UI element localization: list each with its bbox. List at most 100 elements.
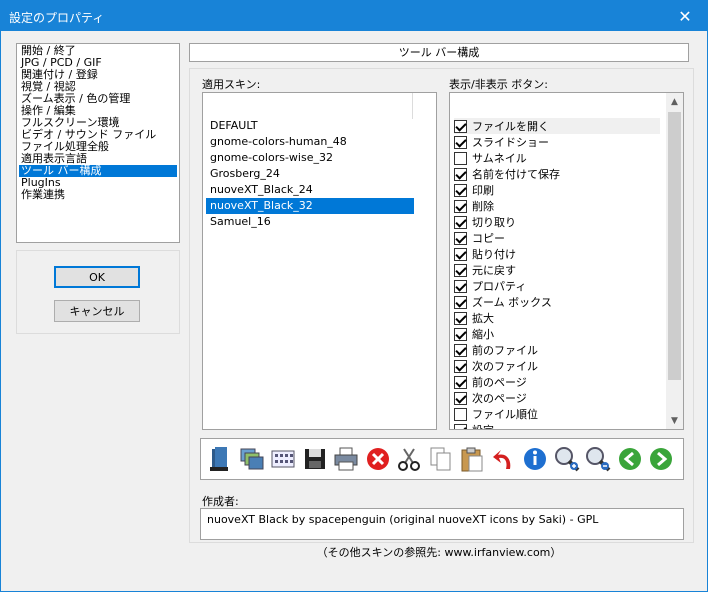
checkbox[interactable] xyxy=(454,199,467,213)
button-toggle-row[interactable]: 元に戻す xyxy=(454,262,660,278)
skin-item[interactable]: gnome-colors-human_48 xyxy=(206,134,414,150)
button-toggle-label: 設定 xyxy=(472,422,494,429)
checkbox[interactable] xyxy=(454,375,467,389)
zoom-out-icon xyxy=(582,443,614,475)
button-toggle-label: サムネイル xyxy=(472,152,527,165)
button-toggle-row[interactable]: 削除 xyxy=(454,198,660,214)
skin-item[interactable]: Samuel_16 xyxy=(206,214,414,230)
checkbox[interactable] xyxy=(454,135,467,149)
vertical-scrollbar[interactable]: ▲ ▼ xyxy=(666,93,683,429)
button-toggle-label: ズーム ボックス xyxy=(472,296,552,309)
category-list[interactable]: 開始 / 終了 JPG / PCD / GIF 関連付け / 登録 視覚 / 視認 ズー… xyxy=(16,43,180,243)
button-toggle-row[interactable]: 印刷 xyxy=(454,182,660,198)
toolbar-preview xyxy=(200,438,684,480)
button-toggle-label: 前のファイル xyxy=(472,344,538,357)
checkbox[interactable] xyxy=(454,295,467,309)
checkbox[interactable] xyxy=(454,343,467,357)
button-toggle-row[interactable]: 名前を付けて保存 xyxy=(454,166,660,182)
button-toggle-row[interactable]: コピー xyxy=(454,230,660,246)
button-toggle-row[interactable]: 切り取り xyxy=(454,214,660,230)
checkbox[interactable] xyxy=(454,359,467,373)
button-toggle-row[interactable]: ズーム ボックス xyxy=(454,294,660,310)
undo-icon xyxy=(488,443,520,475)
cancel-button[interactable]: キャンセル xyxy=(54,300,140,322)
scroll-up-icon[interactable]: ▲ xyxy=(666,93,683,110)
save-icon xyxy=(299,443,331,475)
button-toggle-label: 次のファイル xyxy=(472,360,538,373)
slideshow-icon xyxy=(236,443,268,475)
button-toggle-label: 名前を付けて保存 xyxy=(472,168,560,181)
button-toggle-row[interactable]: 次のファイル xyxy=(454,358,660,374)
button-toggle-row[interactable]: 設定 xyxy=(454,422,660,429)
button-visibility-list[interactable]: 設定ファイル順位次のページ 前のページ 次のファイル前のファイル縮小 拡大 ズーム ボッ… xyxy=(449,92,684,430)
skin-list-label: 適用スキン: xyxy=(202,78,261,91)
button-toggle-label: 貼り付け xyxy=(472,248,516,261)
checkbox[interactable] xyxy=(454,231,467,245)
ok-button[interactable]: OK xyxy=(54,266,140,288)
skin-item[interactable]: gnome-colors-wise_32 xyxy=(206,150,414,166)
paste-icon xyxy=(456,443,488,475)
footer-note: （その他スキンの参照先: www.irfanview.com） xyxy=(316,546,562,559)
checkbox[interactable] xyxy=(454,311,467,325)
settings-window: 設定のプロパティ ✕ 開始 / 終了 JPG / PCD / GIF 関連付け / … xyxy=(0,0,708,592)
button-toggle-label: コピー xyxy=(472,232,505,245)
author-label: 作成者: xyxy=(202,495,239,508)
button-toggle-label: スライドショー xyxy=(472,136,549,149)
button-toggle-label: 削除 xyxy=(472,200,494,213)
skin-item[interactable]: Grosberg_24 xyxy=(206,166,414,182)
checkbox[interactable] xyxy=(454,247,467,261)
button-toggle-row[interactable]: ファイル順位 xyxy=(454,406,660,422)
checkbox[interactable] xyxy=(454,151,467,165)
close-icon[interactable]: ✕ xyxy=(663,1,707,31)
copy-icon xyxy=(425,443,457,475)
button-toggle-row[interactable]: 前のファイル xyxy=(454,342,660,358)
button-toggle-label: 縮小 xyxy=(472,328,494,341)
button-toggle-row[interactable]: 貼り付け xyxy=(454,246,660,262)
button-visibility-label: 表示/非表示 ボタン: xyxy=(449,78,548,91)
checkbox[interactable] xyxy=(454,215,467,229)
button-toggle-label: プロパティ xyxy=(472,280,527,293)
button-toggle-label: ファイルを開く xyxy=(472,120,549,133)
button-toggle-label: 拡大 xyxy=(472,312,494,325)
next-icon xyxy=(645,443,677,475)
button-toggle-row[interactable]: 次のページ xyxy=(454,390,660,406)
checkbox[interactable] xyxy=(454,407,467,421)
button-toggle-row[interactable]: 縮小 xyxy=(454,326,660,342)
checkbox[interactable] xyxy=(454,327,467,341)
open-icon xyxy=(204,443,236,475)
button-toggle-label: 前のページ xyxy=(472,376,527,389)
checkbox[interactable] xyxy=(454,423,467,429)
dialog-button-panel: OK キャンセル xyxy=(16,250,180,334)
button-toggle-row[interactable]: 前のページ xyxy=(454,374,660,390)
checkbox[interactable] xyxy=(454,263,467,277)
button-toggle-label: 切り取り xyxy=(472,216,516,229)
button-toggle-label: 印刷 xyxy=(472,184,494,197)
skin-item[interactable]: DEFAULT xyxy=(206,118,414,134)
skin-list[interactable]: DEFAULT gnome-colors-human_48 gnome-colors… xyxy=(202,92,437,430)
skin-item[interactable]: nuoveXT_Black_24 xyxy=(206,182,414,198)
button-toggle-row[interactable]: スライドショー xyxy=(454,134,660,150)
scroll-down-icon[interactable]: ▼ xyxy=(666,412,683,429)
skin-item[interactable]: nuoveXT_Black_32 xyxy=(206,198,414,214)
checkbox[interactable] xyxy=(454,119,467,133)
button-toggle-label: ファイル順位 xyxy=(472,408,538,421)
checkbox[interactable] xyxy=(454,167,467,181)
cut-icon xyxy=(393,443,425,475)
title-bar[interactable]: 設定のプロパティ ✕ xyxy=(1,1,707,31)
button-toggle-row[interactable]: プロパティ xyxy=(454,278,660,294)
delete-icon xyxy=(362,443,394,475)
button-toggle-label: 次のページ xyxy=(472,392,527,405)
zoom-in-icon xyxy=(551,443,583,475)
skin-list-blank-row xyxy=(203,93,413,119)
scroll-thumb[interactable] xyxy=(668,112,681,380)
author-field: nuoveXT Black by spacepenguin (original … xyxy=(200,508,684,540)
button-toggle-row[interactable]: ファイルを開く xyxy=(454,118,660,134)
page-title: ツール バー構成 xyxy=(189,43,689,62)
window-title: 設定のプロパティ xyxy=(9,11,105,25)
checkbox[interactable] xyxy=(454,183,467,197)
button-toggle-row[interactable]: 拡大 xyxy=(454,310,660,326)
button-toggle-row[interactable]: サムネイル xyxy=(454,150,660,166)
checkbox[interactable] xyxy=(454,391,467,405)
category-item[interactable]: 作業連携 xyxy=(19,189,177,201)
checkbox[interactable] xyxy=(454,279,467,293)
